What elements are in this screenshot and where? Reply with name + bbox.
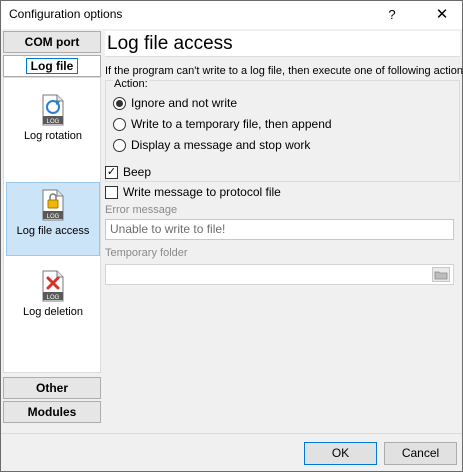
log-rotation-icon: LOG [42, 94, 64, 126]
temporary-folder-field[interactable] [105, 264, 454, 285]
write-protocol-checkbox[interactable] [105, 185, 118, 199]
radio-button[interactable] [113, 138, 126, 152]
radio-ignore[interactable]: Ignore and not write [113, 95, 237, 111]
sidebar-log-file-label: Log file [25, 58, 79, 74]
action-group-label: Action: [113, 78, 149, 90]
folder-icon [434, 271, 448, 280]
radio-write-temp[interactable]: Write to a temporary file, then append [113, 116, 332, 132]
window-title: Configuration options [9, 7, 123, 21]
error-message-field[interactable]: Unable to write to file! [105, 219, 454, 240]
sidebar-item-label: Log rotation [23, 130, 83, 142]
sidebar-item-label: Log file access [16, 225, 90, 237]
log-badge-text: LOG [47, 295, 60, 301]
sidebar-other-button[interactable]: Other [3, 377, 101, 399]
configuration-window: Configuration options ? ✕ COM port Log f… [0, 0, 463, 472]
log-badge-text: LOG [47, 214, 60, 220]
radio-button[interactable] [113, 117, 126, 131]
sidebar-com-port-button[interactable]: COM port [3, 31, 101, 53]
log-deletion-icon: LOG [42, 270, 64, 302]
content-panel: Log file access If the program can't wri… [103, 29, 463, 433]
sidebar: COM port Log file LOG Log rotation LOG L… [1, 29, 103, 429]
title-bar: Configuration options ? ✕ [1, 1, 462, 29]
beep-checkbox-row[interactable]: ✓ Beep [105, 164, 151, 180]
beep-label: Beep [123, 165, 152, 179]
error-message-label: Error message [105, 204, 178, 216]
sidebar-item-label: Log deletion [23, 306, 83, 318]
sidebar-item-panel: LOG Log rotation LOG Log file access LOG… [3, 77, 101, 373]
dialog-footer: OK Cancel [1, 433, 462, 471]
sidebar-com-port-label: COM port [24, 35, 80, 49]
browse-folder-icon[interactable] [432, 267, 450, 282]
radio-label: Display a message and stop work [131, 138, 311, 152]
description-text: If the program can't write to a log file… [105, 65, 463, 77]
close-button[interactable]: ✕ [423, 1, 461, 29]
write-protocol-label: Write message to protocol file [123, 185, 281, 199]
temporary-folder-label: Temporary folder [105, 247, 188, 259]
sidebar-log-file-button[interactable]: Log file [3, 55, 101, 77]
log-badge-text: LOG [47, 119, 60, 125]
sidebar-item-log-file-access[interactable]: LOG Log file access [6, 182, 100, 256]
radio-label: Ignore and not write [131, 96, 238, 110]
log-file-access-icon: LOG [42, 189, 64, 221]
cancel-button[interactable]: Cancel [384, 442, 457, 465]
page-title: Log file access [105, 31, 460, 57]
sidebar-other-label: Other [35, 381, 68, 395]
sidebar-modules-button[interactable]: Modules [3, 401, 101, 423]
write-protocol-checkbox-row[interactable]: Write message to protocol file [105, 184, 281, 200]
help-button[interactable]: ? [377, 1, 407, 29]
radio-display-message[interactable]: Display a message and stop work [113, 137, 310, 153]
sidebar-modules-label: Modules [27, 405, 77, 419]
sidebar-item-log-deletion[interactable]: LOG Log deletion [6, 264, 100, 338]
ok-button[interactable]: OK [304, 442, 377, 465]
radio-button-selected[interactable] [113, 96, 126, 110]
sidebar-item-log-rotation[interactable]: LOG Log rotation [6, 88, 100, 162]
radio-label: Write to a temporary file, then append [131, 117, 332, 131]
beep-checkbox[interactable]: ✓ [105, 165, 118, 179]
